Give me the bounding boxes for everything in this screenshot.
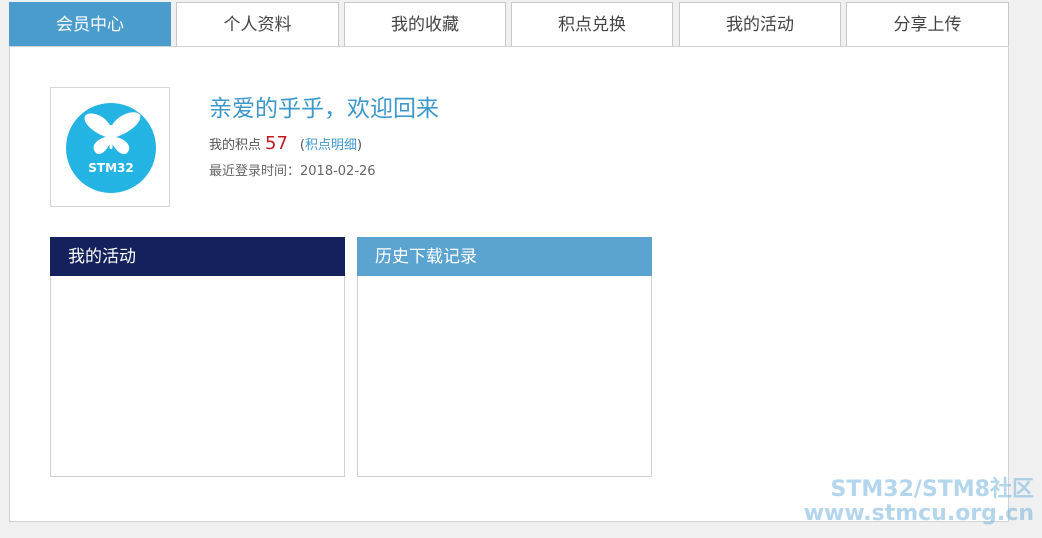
welcome-heading: 亲爱的乎乎，欢迎回来 bbox=[209, 96, 439, 122]
tab-share-upload[interactable]: 分享上传 bbox=[846, 2, 1009, 46]
last-login-value: 2018-02-26 bbox=[300, 164, 376, 179]
points-detail-link[interactable]: 积点明细 bbox=[305, 138, 357, 153]
points-line: 我的积点 57 (积点明细) bbox=[209, 133, 362, 154]
tab-favorites[interactable]: 我的收藏 bbox=[344, 2, 506, 46]
my-activities-box: 我的活动 bbox=[50, 237, 345, 477]
tab-my-activities[interactable]: 我的活动 bbox=[679, 2, 841, 46]
tab-points-exchange[interactable]: 积点兑换 bbox=[511, 2, 673, 46]
points-value: 57 bbox=[265, 133, 288, 154]
tab-bar: 会员中心 个人资料 我的收藏 积点兑换 我的活动 分享上传 bbox=[9, 2, 1009, 46]
tab-profile[interactable]: 个人资料 bbox=[176, 2, 339, 46]
download-history-header[interactable]: 历史下载记录 bbox=[357, 237, 652, 276]
site-watermark: STM32/STM8社区 www.stmcu.org.cn bbox=[804, 478, 1034, 526]
watermark-url: www.stmcu.org.cn bbox=[803, 501, 1034, 526]
paren-close: ) bbox=[357, 138, 363, 153]
last-login-line: 最近登录时间：2018-02-26 bbox=[209, 160, 376, 179]
tab-member-center[interactable]: 会员中心 bbox=[9, 2, 171, 46]
stm32-logo: STM32 bbox=[66, 103, 156, 193]
butterfly-icon bbox=[84, 112, 141, 155]
avatar[interactable]: STM32 bbox=[50, 87, 170, 207]
download-history-box: 历史下载记录 bbox=[357, 237, 652, 477]
last-login-label: 最近登录时间： bbox=[209, 164, 301, 179]
my-activities-header[interactable]: 我的活动 bbox=[50, 237, 345, 276]
member-center-panel: STM32 亲爱的乎乎，欢迎回来 我的积点 57 (积点明细) 最近登录时间：201… bbox=[9, 46, 1009, 522]
logo-text: STM32 bbox=[88, 161, 134, 175]
watermark-title: STM32/STM8社区 bbox=[830, 477, 1034, 502]
points-label: 我的积点 bbox=[209, 138, 262, 153]
